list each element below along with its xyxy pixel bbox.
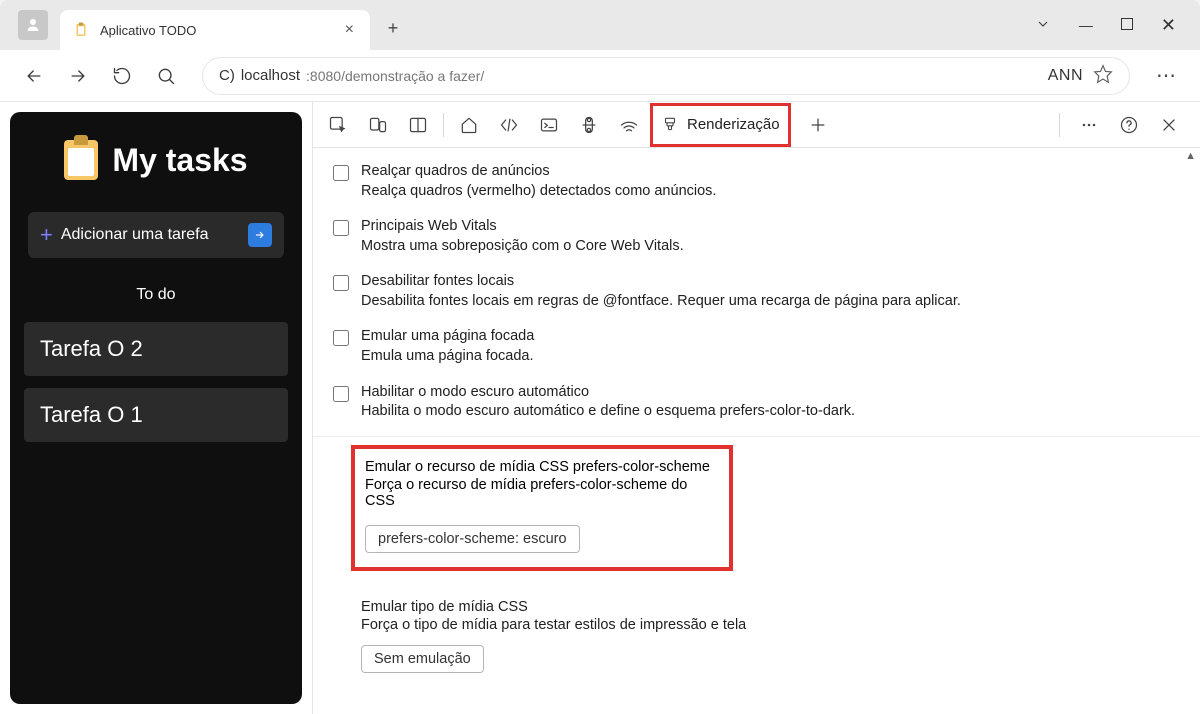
checkbox-web-vitals[interactable] bbox=[333, 220, 349, 236]
section-title: Emular tipo de mídia CSS bbox=[361, 599, 1180, 615]
tab-rendering-highlight[interactable]: Renderização bbox=[650, 103, 791, 147]
plus-icon: + bbox=[40, 222, 53, 248]
app-title: My tasks bbox=[10, 132, 302, 202]
browser-menu-button[interactable]: ⋯ bbox=[1146, 63, 1186, 88]
chevron-down-icon[interactable] bbox=[1035, 16, 1051, 35]
rendering-panel: ▲ Realçar quadros de anúncios Realça qua… bbox=[313, 148, 1200, 714]
add-task-input[interactable]: + Adicionar uma tarefa bbox=[28, 212, 284, 258]
close-window-button[interactable]: ✕ bbox=[1161, 15, 1176, 36]
checkbox-focused-page[interactable] bbox=[333, 330, 349, 346]
window-titlebar: Aplicativo TODO × + — ✕ bbox=[0, 0, 1200, 50]
checkbox-auto-dark[interactable] bbox=[333, 386, 349, 402]
devtools-pane: Renderização ▲ Realçar quadros de anúnci… bbox=[312, 102, 1200, 714]
task-item[interactable]: Tarefa O 1 bbox=[24, 388, 288, 442]
welcome-icon[interactable] bbox=[450, 106, 488, 144]
devtools-tabstrip: Renderização bbox=[313, 102, 1200, 148]
elements-icon[interactable] bbox=[490, 106, 528, 144]
option-title: Principais Web Vitals bbox=[361, 217, 684, 237]
option-row: Principais Web Vitals Mostra uma sobrepo… bbox=[333, 209, 1180, 264]
app-sidebar: My tasks + Adicionar uma tarefa To do Ta… bbox=[10, 112, 302, 704]
prefers-color-scheme-highlight: Emular o recurso de mídia CSS prefers-co… bbox=[351, 445, 733, 571]
clipboard-icon bbox=[72, 21, 90, 39]
option-row: Desabilitar fontes locais Desabilita fon… bbox=[333, 264, 1180, 319]
list-header: To do bbox=[10, 286, 302, 304]
prefers-color-scheme-select[interactable]: prefers-color-scheme: escuro bbox=[365, 525, 580, 553]
option-title: Desabilitar fontes locais bbox=[361, 272, 961, 292]
devtools-more-icon[interactable] bbox=[1070, 106, 1108, 144]
option-title: Emular uma página focada bbox=[361, 327, 534, 347]
back-button[interactable] bbox=[14, 56, 54, 96]
option-row: Emular uma página focada Emula uma págin… bbox=[333, 319, 1180, 374]
media-type-select[interactable]: Sem emulação bbox=[361, 645, 484, 673]
search-icon[interactable] bbox=[146, 56, 186, 96]
tab-rendering-label: Renderização bbox=[687, 116, 780, 133]
url-host: localhost bbox=[241, 67, 300, 84]
option-desc: Desabilita fontes locais em regras de @f… bbox=[361, 292, 961, 312]
address-bar[interactable]: C) localhost :8080/demonstração a fazer/… bbox=[202, 57, 1130, 95]
inspect-icon[interactable] bbox=[319, 106, 357, 144]
forward-button[interactable] bbox=[58, 56, 98, 96]
minimize-button[interactable]: — bbox=[1079, 17, 1093, 33]
add-tab-button[interactable] bbox=[799, 106, 837, 144]
profile-avatar[interactable] bbox=[18, 10, 48, 40]
add-task-label: Adicionar uma tarefa bbox=[61, 226, 209, 244]
sources-icon[interactable] bbox=[570, 106, 608, 144]
checkbox-local-fonts[interactable] bbox=[333, 275, 349, 291]
clipboard-icon bbox=[64, 140, 98, 180]
profile-badge: ANN bbox=[1048, 67, 1083, 85]
option-desc: Emula uma página focada. bbox=[361, 347, 534, 367]
device-icon[interactable] bbox=[359, 106, 397, 144]
favorite-icon[interactable] bbox=[1093, 64, 1113, 88]
tab-close-icon[interactable]: × bbox=[345, 21, 354, 39]
browser-toolbar: C) localhost :8080/demonstração a fazer/… bbox=[0, 50, 1200, 102]
maximize-button[interactable] bbox=[1121, 17, 1133, 33]
scroll-up-arrow[interactable]: ▲ bbox=[1185, 150, 1196, 162]
new-tab-button[interactable]: + bbox=[376, 11, 410, 45]
option-desc: Realça quadros (vermelho) detectados com… bbox=[361, 182, 716, 202]
refresh-button[interactable] bbox=[102, 56, 142, 96]
url-path: :8080/demonstração a fazer/ bbox=[306, 68, 484, 84]
task-item[interactable]: Tarefa O 2 bbox=[24, 322, 288, 376]
app-title-text: My tasks bbox=[112, 142, 247, 179]
divider bbox=[313, 436, 1200, 437]
browser-tab[interactable]: Aplicativo TODO × bbox=[60, 10, 370, 50]
tab-title: Aplicativo TODO bbox=[100, 23, 196, 38]
network-icon[interactable] bbox=[610, 106, 648, 144]
dock-icon[interactable] bbox=[399, 106, 437, 144]
console-icon[interactable] bbox=[530, 106, 568, 144]
option-row: Realçar quadros de anúncios Realça quadr… bbox=[333, 154, 1180, 209]
section-desc: Força o tipo de mídia para testar estilo… bbox=[361, 617, 1180, 633]
checkbox-ad-frames[interactable] bbox=[333, 165, 349, 181]
option-desc: Habilita o modo escuro automático e defi… bbox=[361, 402, 855, 422]
option-title: Habilitar o modo escuro automático bbox=[361, 383, 855, 403]
option-desc: Mostra uma sobreposição com o Core Web V… bbox=[361, 237, 684, 257]
submit-task-button[interactable] bbox=[248, 223, 272, 247]
section-desc: Força o recurso de mídia prefers-color-s… bbox=[365, 477, 719, 509]
close-devtools-icon[interactable] bbox=[1150, 106, 1188, 144]
option-title: Realçar quadros de anúncios bbox=[361, 162, 716, 182]
url-prefix: C) bbox=[219, 67, 235, 84]
option-row: Habilitar o modo escuro automático Habil… bbox=[333, 375, 1180, 430]
media-type-section: Emular tipo de mídia CSS Força o tipo de… bbox=[333, 589, 1180, 677]
section-title: Emular o recurso de mídia CSS prefers-co… bbox=[365, 459, 719, 475]
help-icon[interactable] bbox=[1110, 106, 1148, 144]
